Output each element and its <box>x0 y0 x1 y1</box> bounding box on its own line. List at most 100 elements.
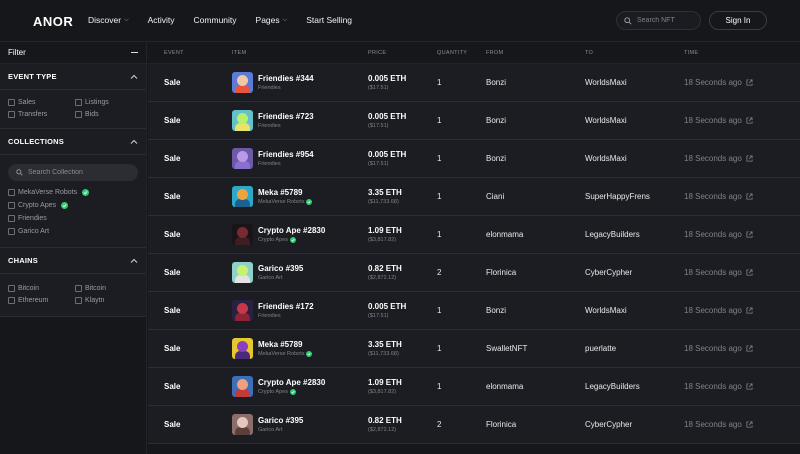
column-header-price[interactable]: Price <box>368 50 386 56</box>
column-header-quantity[interactable]: Quantity <box>437 50 467 56</box>
item-name[interactable]: Friendies #344 <box>258 74 314 83</box>
from-cell[interactable]: Bonzi <box>486 102 506 139</box>
table-row[interactable]: Sale Friendies #723 Friendies 0.005 ETH … <box>148 102 800 140</box>
item-name[interactable]: Friendies #172 <box>258 302 314 311</box>
chain-filter-ethereum[interactable]: Ethereum <box>8 297 75 304</box>
from-cell[interactable]: Florinica <box>486 406 516 443</box>
to-cell[interactable]: SuperHappyFrens <box>585 178 650 215</box>
sign-in-button[interactable]: Sign In <box>709 11 767 30</box>
chain-filter-klaytn[interactable]: Klaytn <box>75 297 142 304</box>
checkbox[interactable] <box>8 202 15 209</box>
external-link-icon[interactable] <box>746 231 753 238</box>
external-link-icon[interactable] <box>746 345 753 352</box>
to-cell[interactable]: LegacyBuilders <box>585 216 640 253</box>
nav-activity[interactable]: Activity <box>148 15 175 25</box>
external-link-icon[interactable] <box>746 307 753 314</box>
checkbox[interactable] <box>8 111 15 118</box>
time-cell[interactable]: 18 Seconds ago <box>684 216 753 253</box>
nft-thumbnail[interactable] <box>232 224 253 245</box>
nav-community[interactable]: Community <box>194 15 237 25</box>
from-cell[interactable]: Bonzi <box>486 140 506 177</box>
external-link-icon[interactable] <box>746 193 753 200</box>
time-cell[interactable]: 18 Seconds ago <box>684 178 753 215</box>
external-link-icon[interactable] <box>746 421 753 428</box>
item-name[interactable]: Friendies #954 <box>258 150 314 159</box>
nav-pages[interactable]: Pages ⌵ <box>256 15 288 25</box>
item-cell[interactable]: Garico #395 Garico Art <box>232 406 303 443</box>
item-cell[interactable]: Friendies #344 Friendies <box>232 64 314 101</box>
column-header-from[interactable]: From <box>486 50 503 56</box>
from-cell[interactable]: elonmama <box>486 368 523 405</box>
to-cell[interactable]: CyberCypher <box>585 254 632 291</box>
item-cell[interactable]: Garico #395 Garico Art <box>232 254 303 291</box>
table-row[interactable]: Sale Friendies #954 Friendies 0.005 ETH … <box>148 140 800 178</box>
nft-thumbnail[interactable] <box>232 186 253 207</box>
item-name[interactable]: Meka #5789 <box>258 340 312 349</box>
from-cell[interactable]: Bonzi <box>486 64 506 101</box>
event-filter-listings[interactable]: Listings <box>75 99 142 106</box>
search-nft-input[interactable] <box>637 17 695 24</box>
checkbox[interactable] <box>75 297 82 304</box>
external-link-icon[interactable] <box>746 269 753 276</box>
to-cell[interactable]: CyberCypher <box>585 406 632 443</box>
chains-header[interactable]: CHAINS <box>0 248 146 274</box>
collection-search-input[interactable] <box>28 169 128 176</box>
item-name[interactable]: Crypto Ape #2830 <box>258 226 325 235</box>
time-cell[interactable]: 18 Seconds ago <box>684 254 753 291</box>
anor-logo[interactable]: ANOR <box>33 14 73 29</box>
chain-filter-bitcoin[interactable]: Bitcoin <box>75 285 142 292</box>
checkbox[interactable] <box>75 111 82 118</box>
table-row[interactable]: Sale Crypto Ape #2830 Crypto Apes 1.09 E… <box>148 216 800 254</box>
to-cell[interactable]: WorldsMaxi <box>585 292 627 329</box>
time-cell[interactable]: 18 Seconds ago <box>684 368 753 405</box>
item-name[interactable]: Friendies #723 <box>258 112 314 121</box>
checkbox[interactable] <box>75 285 82 292</box>
collection-filter-mekaverse-robots[interactable]: MekaVerse Robots <box>8 189 138 196</box>
nft-thumbnail[interactable] <box>232 338 253 359</box>
chevron-up-icon[interactable] <box>130 74 138 80</box>
item-cell[interactable]: Crypto Ape #2830 Crypto Apes <box>232 368 325 405</box>
item-name[interactable]: Meka #5789 <box>258 188 312 197</box>
chevron-up-icon[interactable] <box>130 258 138 264</box>
chain-filter-bitcoin[interactable]: Bitcoin <box>8 285 75 292</box>
event-filter-bids[interactable]: Bids <box>75 111 142 118</box>
item-name[interactable]: Crypto Ape #2830 <box>258 378 325 387</box>
item-cell[interactable]: Crypto Ape #2830 Crypto Apes <box>232 216 325 253</box>
to-cell[interactable]: LegacyBuilders <box>585 368 640 405</box>
collection-filter-garico-art[interactable]: Garico Art <box>8 228 138 235</box>
from-cell[interactable]: Ciani <box>486 178 504 215</box>
table-row[interactable]: Sale Friendies #172 Friendies 0.005 ETH … <box>148 292 800 330</box>
nav-start-selling[interactable]: Start Selling <box>306 15 352 25</box>
checkbox[interactable] <box>8 189 15 196</box>
checkbox[interactable] <box>8 215 15 222</box>
from-cell[interactable]: Florinica <box>486 254 516 291</box>
to-cell[interactable]: WorldsMaxi <box>585 64 627 101</box>
time-cell[interactable]: 18 Seconds ago <box>684 292 753 329</box>
item-cell[interactable]: Friendies #172 Friendies <box>232 292 314 329</box>
event-filter-sales[interactable]: Sales <box>8 99 75 106</box>
search-nft-box[interactable] <box>616 11 701 30</box>
external-link-icon[interactable] <box>746 117 753 124</box>
table-row[interactable]: Sale Meka #5789 MekaVerse Robots 3.35 ET… <box>148 178 800 216</box>
collection-filter-crypto-apes[interactable]: Crypto Apes <box>8 202 138 209</box>
nft-thumbnail[interactable] <box>232 300 253 321</box>
nav-discover[interactable]: Discover ⌵ <box>88 15 129 25</box>
from-cell[interactable]: Bonzi <box>486 292 506 329</box>
table-row[interactable]: Sale Garico #395 Garico Art 0.82 ETH ($2… <box>148 254 800 292</box>
to-cell[interactable]: WorldsMaxi <box>585 140 627 177</box>
collection-filter-friendies[interactable]: Friendies <box>8 215 138 222</box>
time-cell[interactable]: 18 Seconds ago <box>684 406 753 443</box>
item-cell[interactable]: Meka #5789 MekaVerse Robots <box>232 330 313 367</box>
item-cell[interactable]: Friendies #723 Friendies <box>232 102 314 139</box>
time-cell[interactable]: 18 Seconds ago <box>684 140 753 177</box>
to-cell[interactable]: WorldsMaxi <box>585 102 627 139</box>
checkbox[interactable] <box>75 99 82 106</box>
column-header-event[interactable]: Event <box>164 50 184 56</box>
column-header-to[interactable]: To <box>585 50 593 56</box>
checkbox[interactable] <box>8 285 15 292</box>
nft-thumbnail[interactable] <box>232 414 253 435</box>
chevron-up-icon[interactable] <box>130 139 138 145</box>
nft-thumbnail[interactable] <box>232 148 253 169</box>
time-cell[interactable]: 18 Seconds ago <box>684 64 753 101</box>
nft-thumbnail[interactable] <box>232 376 253 397</box>
